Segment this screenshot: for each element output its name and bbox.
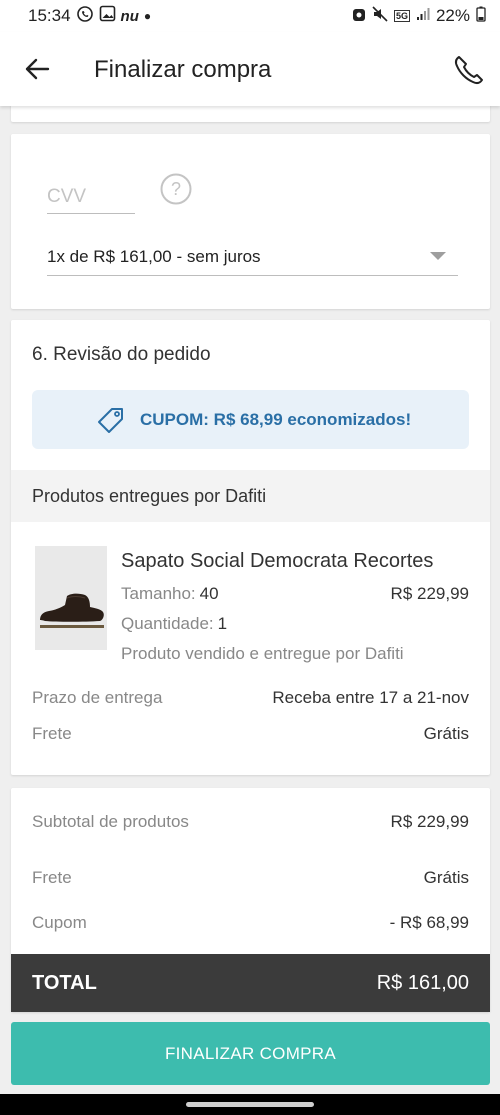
- battery-icon: [476, 6, 486, 27]
- payment-card: ? 1x de R$ 161,00 - sem juros: [11, 134, 490, 309]
- svg-text:?: ?: [171, 179, 181, 199]
- phone-icon: [454, 56, 483, 85]
- delivery-value: Receba entre 17 a 21-nov: [272, 688, 469, 707]
- product-quantity: Quantidade: 1: [121, 614, 227, 634]
- back-button[interactable]: [20, 52, 54, 86]
- product-image: [35, 546, 107, 650]
- subtotal-label: Subtotal de produtos: [32, 812, 189, 831]
- seller-note: Produto vendido e entregue por Dafiti: [121, 644, 404, 663]
- installments-select[interactable]: 1x de R$ 161,00 - sem juros: [47, 238, 458, 276]
- seller-header-text: Produtos entregues por Dafiti: [32, 485, 267, 506]
- help-icon[interactable]: ?: [159, 172, 193, 206]
- coupon-text: CUPOM: R$ 68,99 economizados!: [140, 410, 412, 429]
- call-button[interactable]: [448, 50, 488, 90]
- cupom-value: - R$ 68,99: [389, 913, 469, 932]
- coupon-banner: CUPOM: R$ 68,99 economizados!: [32, 390, 469, 449]
- finalize-purchase-button[interactable]: FINALIZAR COMPRA: [11, 1022, 490, 1085]
- cupom-label: Cupom: [32, 913, 87, 932]
- cupom-row: Cupom - R$ 68,99: [32, 913, 469, 933]
- product-price: R$ 229,99: [390, 584, 469, 603]
- product-size: Tamanho: 40: [121, 584, 219, 604]
- status-left: 15:34 nu ●: [28, 5, 151, 28]
- alarm-icon: [352, 6, 366, 27]
- system-nav-bar: [0, 1094, 500, 1115]
- subtotal-row: Subtotal de produtos R$ 229,99: [32, 812, 469, 832]
- order-review-card: 6. Revisão do pedido CUPOM: R$ 68,99 eco…: [11, 320, 490, 775]
- total-label: TOTAL: [32, 971, 97, 994]
- delivery-row: Prazo de entrega Receba entre 17 a 21-no…: [32, 688, 469, 708]
- whatsapp-icon: [76, 5, 94, 28]
- quantity-value: 1: [217, 614, 228, 633]
- chevron-down-icon: [430, 252, 446, 260]
- notification-dot-icon: ●: [143, 9, 152, 23]
- size-label: Tamanho:: [121, 584, 196, 603]
- shoe-image: [35, 546, 107, 650]
- product-name: Sapato Social Democrata Recortes: [121, 550, 434, 572]
- network-5g-icon: 5G: [393, 10, 410, 22]
- size-value: 40: [199, 584, 219, 603]
- total-bar: TOTAL R$ 161,00: [11, 954, 490, 1012]
- quantity-label: Quantidade:: [121, 614, 214, 633]
- section-title: 6. Revisão do pedido: [32, 344, 211, 365]
- frete-row: Frete Grátis: [32, 868, 469, 888]
- seller-header: Produtos entregues por Dafiti: [11, 470, 490, 522]
- delivery-label: Prazo de entrega: [32, 688, 163, 707]
- mute-icon: [372, 5, 388, 27]
- total-value: R$ 161,00: [376, 971, 469, 994]
- frete-value: Grátis: [423, 868, 469, 887]
- page-title: Finalizar compra: [94, 56, 272, 83]
- app-bar: Finalizar compra: [0, 32, 500, 106]
- status-bar: 15:34 nu ● 5G 22%: [0, 0, 500, 32]
- shipping-value: Grátis: [423, 724, 469, 743]
- status-right: 5G 22%: [352, 5, 486, 27]
- nu-app-icon: nu: [120, 7, 139, 25]
- shipping-row: Frete Grátis: [32, 724, 469, 744]
- subtotal-value: R$ 229,99: [390, 812, 469, 831]
- battery-percent: 22%: [435, 6, 470, 25]
- status-time: 15:34: [28, 6, 71, 25]
- shipping-label: Frete: [32, 724, 72, 743]
- tag-icon: [98, 408, 123, 433]
- cvv-input[interactable]: [47, 180, 135, 214]
- signal-icon: [416, 6, 430, 26]
- arrow-left-icon: [25, 58, 50, 80]
- gallery-icon: [99, 5, 116, 27]
- frete-label: Frete: [32, 868, 72, 887]
- home-indicator[interactable]: [186, 1102, 314, 1107]
- installments-value: 1x de R$ 161,00 - sem juros: [47, 246, 261, 266]
